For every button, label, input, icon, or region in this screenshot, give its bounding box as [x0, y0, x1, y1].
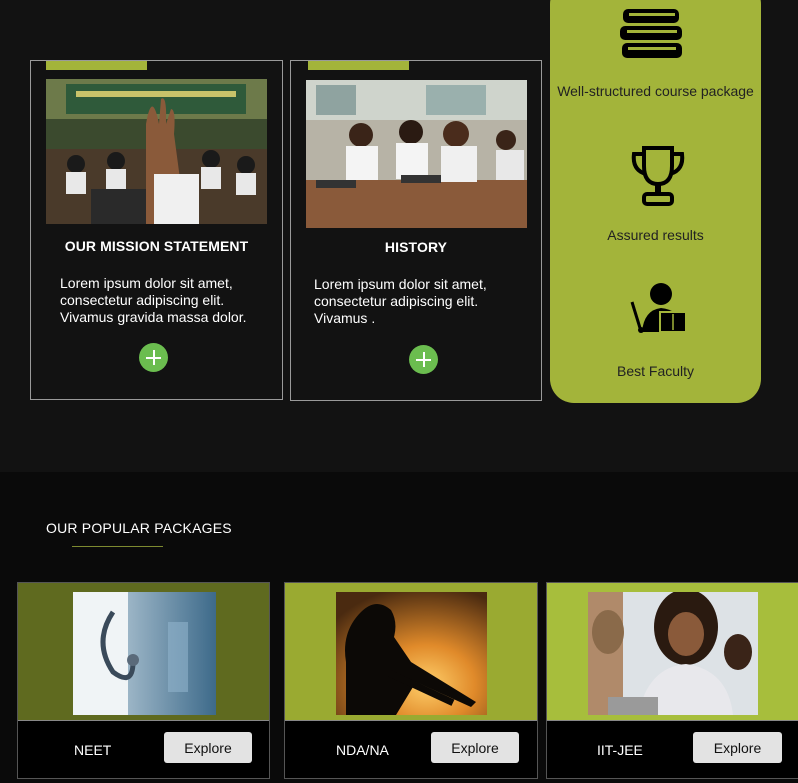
- doctor-stethoscope-image: [73, 592, 216, 715]
- teacher-icon: [630, 282, 688, 341]
- classroom-hands-image: [46, 79, 267, 224]
- package-footer: NDA/NA Explore: [285, 720, 537, 778]
- expand-plus-button[interactable]: [139, 343, 168, 372]
- package-name: NEET: [74, 742, 112, 758]
- history-card: HISTORY Lorem ipsum dolor sit amet, cons…: [290, 60, 542, 401]
- features-panel: Well-structured course package Assured r…: [550, 0, 761, 403]
- feature-label: Well-structured course package: [557, 83, 754, 99]
- explore-button[interactable]: Explore: [431, 732, 519, 763]
- package-name: NDA/NA: [336, 742, 389, 758]
- package-card-neet: NEET Explore: [17, 582, 270, 779]
- students-tablets-image: [306, 80, 527, 228]
- feature-label: Assured results: [607, 227, 704, 243]
- package-name: IIT-JEE: [597, 742, 643, 758]
- package-card-nda: NDA/NA Explore: [284, 582, 538, 779]
- card-text: Lorem ipsum dolor sit amet, consectetur …: [60, 275, 247, 325]
- package-footer: NEET Explore: [18, 720, 269, 778]
- trophy-icon: [628, 144, 688, 211]
- title-underline: [72, 546, 163, 547]
- card-text: Lorem ipsum dolor sit amet, consectetur …: [314, 276, 487, 326]
- books-icon: [619, 7, 685, 66]
- package-card-iit: IIT-JEE Explore: [546, 582, 798, 779]
- package-footer: IIT-JEE Explore: [547, 720, 798, 778]
- card-accent-tab: [46, 61, 147, 70]
- feature-label: Best Faculty: [616, 363, 695, 379]
- mission-card: OUR MISSION STATEMENT Lorem ipsum dolor …: [30, 60, 283, 400]
- card-title: HISTORY: [384, 239, 448, 255]
- explore-button[interactable]: Explore: [693, 732, 782, 763]
- students-laughing-image: [588, 592, 758, 715]
- expand-plus-button[interactable]: [409, 345, 438, 374]
- soldier-silhouette-image: [336, 592, 487, 715]
- explore-button[interactable]: Explore: [164, 732, 252, 763]
- section-title: OUR POPULAR PACKAGES: [46, 520, 232, 536]
- card-title: OUR MISSION STATEMENT: [64, 238, 249, 254]
- card-accent-tab: [308, 61, 409, 70]
